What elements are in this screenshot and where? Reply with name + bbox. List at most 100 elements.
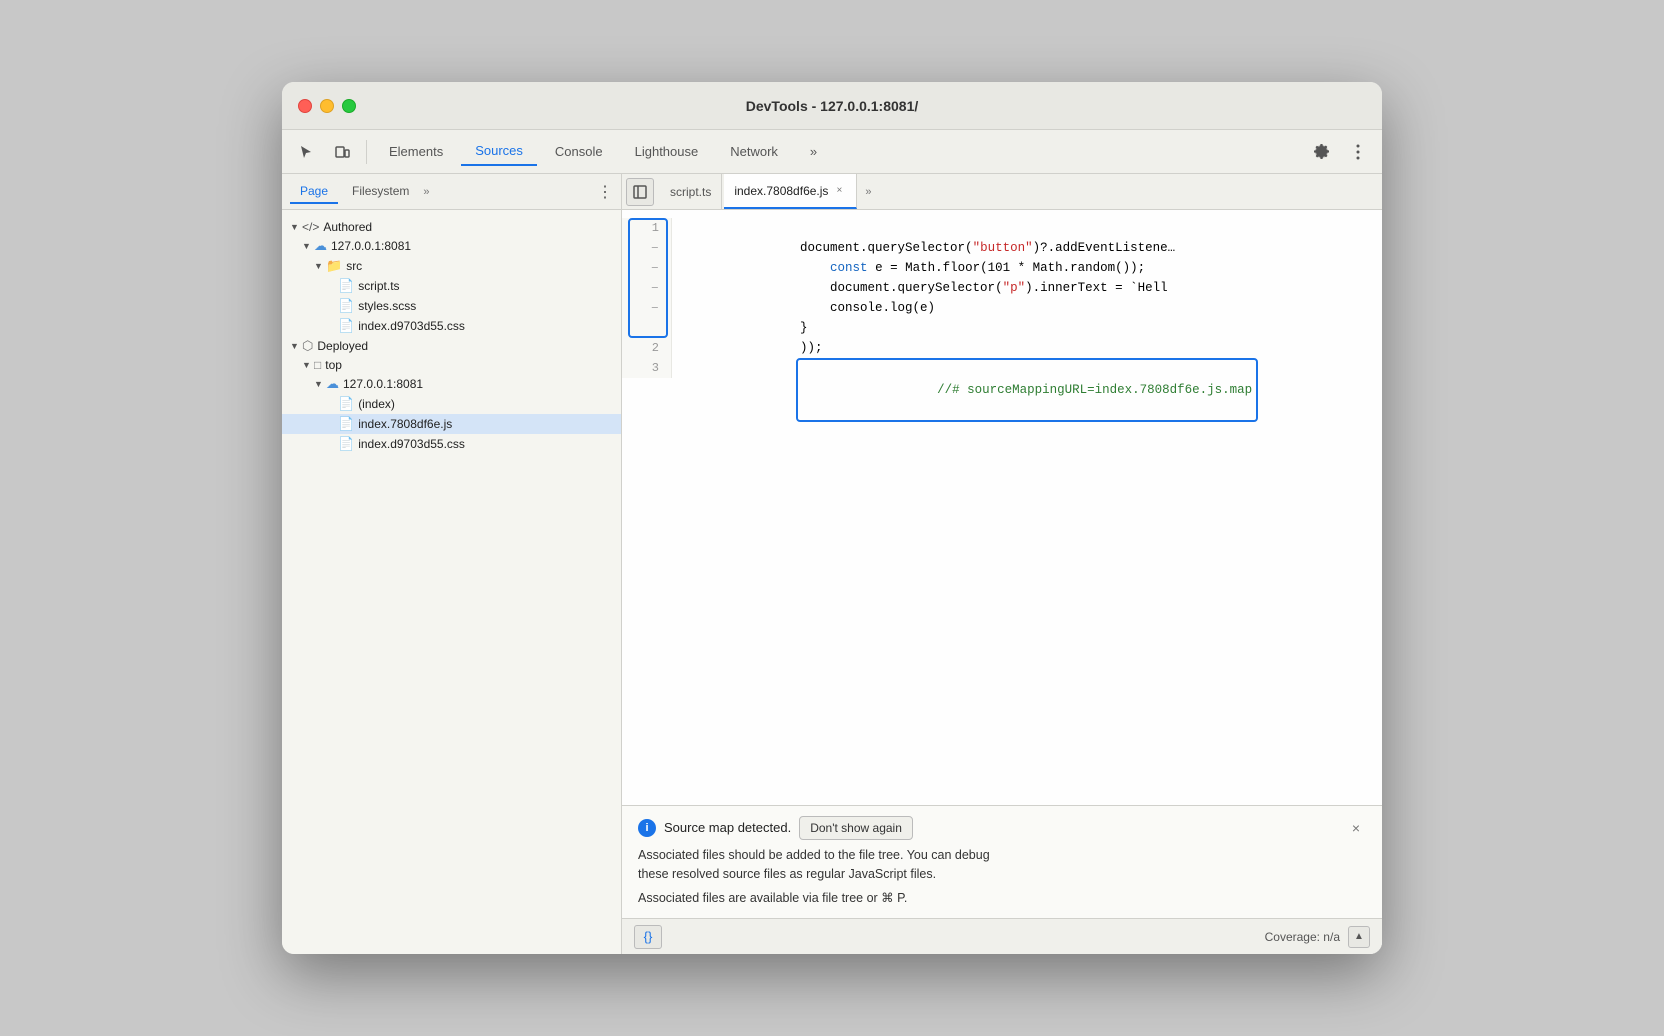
window-title: DevTools - 127.0.0.1:8081/: [746, 98, 919, 114]
file-icon: 📄: [338, 396, 354, 412]
code-comment: //# sourceMappingURL=index.7808df6e.js.m…: [937, 383, 1252, 397]
line-num-3: 3: [634, 358, 659, 378]
tree-index-css-2[interactable]: 📄 index.d9703d55.css: [282, 434, 621, 454]
notification-title: Source map detected.: [664, 820, 791, 835]
line-num-dash-2: –: [634, 258, 659, 278]
left-panel: Page Filesystem » ⋮ ▼ </> Authored ▼ ☁ 1…: [282, 174, 622, 954]
tree-label: index.7808df6e.js: [358, 417, 452, 431]
tree-label: index.d9703d55.css: [358, 319, 465, 333]
code-text: ));: [800, 341, 823, 355]
line-num-sep: [634, 318, 659, 338]
notification-body-line3: Associated files are available via file …: [638, 889, 1366, 908]
tree-label: styles.scss: [358, 299, 416, 313]
folder-icon: 📁: [326, 258, 342, 274]
tree-arrow-icon: ▼: [314, 261, 326, 271]
notification-body-line1: Associated files should be added to the …: [638, 846, 1366, 865]
tree-index-js[interactable]: 📄 index.7808df6e.js: [282, 414, 621, 434]
maximize-button[interactable]: [342, 99, 356, 113]
tree-label: Deployed: [317, 339, 368, 353]
tree-cloud-2[interactable]: ▼ ☁ 127.0.0.1:8081: [282, 374, 621, 394]
panel-tabs: Page Filesystem » ⋮: [282, 174, 621, 210]
bottom-bar-right: Coverage: n/a ▲: [1265, 926, 1370, 948]
tree-label: 127.0.0.1:8081: [331, 239, 411, 253]
notification-header: i Source map detected. Don't show again …: [638, 816, 1366, 840]
tab-more[interactable]: »: [796, 138, 831, 165]
tab-page[interactable]: Page: [290, 180, 338, 204]
top-icon: □: [314, 358, 321, 372]
notification-body: Associated files should be added to the …: [638, 846, 1366, 908]
code-keyword: const: [830, 261, 868, 275]
tree-index-file[interactable]: 📄 (index): [282, 394, 621, 414]
code-area: 1 – – – – 2 3 d: [622, 210, 1382, 918]
file-tab-script-ts[interactable]: script.ts: [660, 174, 722, 209]
notification-close-icon[interactable]: ×: [1346, 818, 1366, 838]
tab-console[interactable]: Console: [541, 138, 617, 165]
code-text: [800, 261, 830, 275]
tree-cloud-1[interactable]: ▼ ☁ 127.0.0.1:8081: [282, 236, 621, 256]
line-num-dash-1: –: [634, 238, 659, 258]
tree-arrow-icon: ▼: [290, 341, 302, 351]
coverage-label: Coverage: n/a: [1265, 930, 1340, 944]
bottom-bar-left: {}: [634, 925, 662, 949]
tree-label: script.ts: [358, 279, 399, 293]
traffic-lights: [298, 99, 356, 113]
tree-label: top: [325, 358, 342, 372]
tab-network[interactable]: Network: [716, 138, 792, 165]
file-tab-more[interactable]: »: [859, 186, 877, 198]
main-toolbar: Elements Sources Console Lighthouse Netw…: [282, 130, 1382, 174]
line-num-dash-4: –: [634, 298, 659, 318]
tree-src[interactable]: ▼ 📁 src: [282, 256, 621, 276]
tree-styles-scss[interactable]: 📄 styles.scss: [282, 296, 621, 316]
cloud-icon: ☁: [326, 376, 339, 392]
tree-index-css-1[interactable]: 📄 index.d9703d55.css: [282, 316, 621, 336]
title-bar: DevTools - 127.0.0.1:8081/: [282, 82, 1382, 130]
minimize-button[interactable]: [320, 99, 334, 113]
file-tab-index-js[interactable]: index.7808df6e.js ×: [724, 174, 857, 209]
code-text: console.log(e): [800, 301, 935, 315]
cloud-icon: ☁: [314, 238, 327, 254]
file-tab-label: script.ts: [670, 185, 711, 199]
tab-close-icon[interactable]: ×: [832, 184, 846, 198]
code-editor[interactable]: 1 – – – – 2 3 d: [622, 210, 1382, 805]
file-icon: 📄: [338, 436, 354, 452]
tree-script-ts[interactable]: 📄 script.ts: [282, 276, 621, 296]
separator: [366, 140, 367, 164]
tree-arrow-icon: ▼: [302, 360, 314, 370]
notification-body-line2: these resolved source files as regular J…: [638, 865, 1366, 884]
devtools-window: DevTools - 127.0.0.1:8081/ Elements Sour…: [282, 82, 1382, 954]
close-button[interactable]: [298, 99, 312, 113]
panel-menu-icon[interactable]: ⋮: [597, 182, 613, 202]
scroll-up-button[interactable]: ▲: [1348, 926, 1370, 948]
file-icon: 📄: [338, 278, 354, 294]
info-icon-label: i: [645, 822, 648, 834]
panel-tab-more[interactable]: »: [423, 186, 429, 198]
tab-sources[interactable]: Sources: [461, 137, 537, 166]
toggle-sidebar-icon[interactable]: [626, 178, 654, 206]
code-text: ).innerText = `Hell: [1025, 281, 1168, 295]
tab-elements[interactable]: Elements: [375, 138, 457, 165]
tree-label: index.d9703d55.css: [358, 437, 465, 451]
device-mode-icon[interactable]: [326, 136, 358, 168]
source-map-highlight: //# sourceMappingURL=index.7808df6e.js.m…: [796, 358, 1258, 422]
more-options-icon[interactable]: [1342, 136, 1374, 168]
file-tab-label: index.7808df6e.js: [734, 184, 828, 198]
code-text: }: [800, 321, 808, 335]
cursor-icon[interactable]: [290, 136, 322, 168]
curly-label: {}: [644, 929, 653, 944]
tab-lighthouse[interactable]: Lighthouse: [621, 138, 713, 165]
dont-show-again-button[interactable]: Don't show again: [799, 816, 913, 840]
file-icon: 📄: [338, 416, 354, 432]
code-line-1: document.querySelector("button")?.addEve…: [680, 218, 1374, 238]
tree-arrow-icon: ▼: [314, 379, 326, 389]
tab-filesystem[interactable]: Filesystem: [342, 180, 419, 204]
tree-deployed[interactable]: ▼ ⬡ Deployed: [282, 336, 621, 356]
tree-label: Authored: [323, 220, 372, 234]
code-string: "button": [973, 241, 1033, 255]
tree-authored[interactable]: ▼ </> Authored: [282, 218, 621, 236]
settings-icon[interactable]: [1306, 136, 1338, 168]
tree-label: src: [346, 259, 362, 273]
tree-top[interactable]: ▼ □ top: [282, 356, 621, 374]
tree-label: (index): [358, 397, 395, 411]
tree-arrow-icon: ▼: [290, 222, 302, 232]
format-button[interactable]: {}: [634, 925, 662, 949]
